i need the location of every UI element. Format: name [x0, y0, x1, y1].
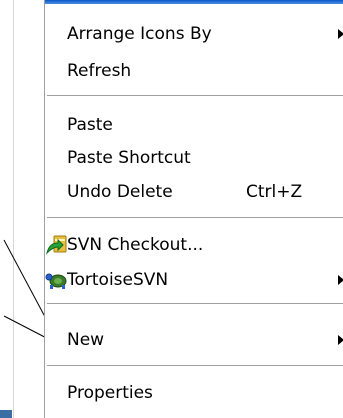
menu-separator	[47, 95, 343, 97]
menu-item-refresh[interactable]: Refresh	[45, 55, 343, 87]
menu-item-label: Paste	[67, 115, 113, 135]
menu-item-tortoisesvn[interactable]: TortoiseSVN	[45, 264, 343, 296]
menu-item-undo-delete[interactable]: Undo Delete Ctrl+Z	[45, 176, 343, 208]
menu-item-label: Properties	[67, 383, 153, 403]
menu-item-arrange-icons-by[interactable]: Arrange Icons By	[45, 18, 343, 50]
tortoisesvn-icon	[45, 268, 69, 292]
menu-item-label: Refresh	[67, 61, 132, 81]
menu-item-label: SVN Checkout...	[67, 235, 204, 255]
submenu-arrow-icon	[338, 275, 343, 285]
taskbar-edge	[0, 410, 12, 418]
submenu-arrow-icon	[338, 29, 343, 39]
menu-separator	[47, 217, 343, 219]
menu-item-shortcut: Ctrl+Z	[246, 182, 303, 202]
context-menu: Arrange Icons By Refresh Paste Paste Sho…	[44, 0, 343, 418]
menu-item-paste[interactable]: Paste	[45, 109, 343, 141]
menu-item-svn-checkout[interactable]: SVN Checkout...	[45, 229, 343, 261]
menu-item-new[interactable]: New	[45, 324, 343, 356]
menu-separator	[47, 365, 343, 367]
menu-separator	[47, 303, 343, 305]
menu-item-label: New	[67, 330, 105, 350]
menu-item-label: Arrange Icons By	[67, 24, 212, 44]
menu-item-label: TortoiseSVN	[67, 270, 169, 290]
svn-checkout-icon	[45, 233, 69, 257]
menu-top-bar	[45, 0, 343, 4]
submenu-arrow-icon	[338, 335, 343, 345]
desktop-edge	[0, 0, 13, 418]
menu-item-label: Undo Delete	[67, 182, 173, 202]
menu-item-label: Paste Shortcut	[67, 148, 191, 168]
menu-item-paste-shortcut[interactable]: Paste Shortcut	[45, 142, 343, 174]
menu-item-properties[interactable]: Properties	[45, 377, 343, 409]
window-border	[13, 0, 14, 418]
